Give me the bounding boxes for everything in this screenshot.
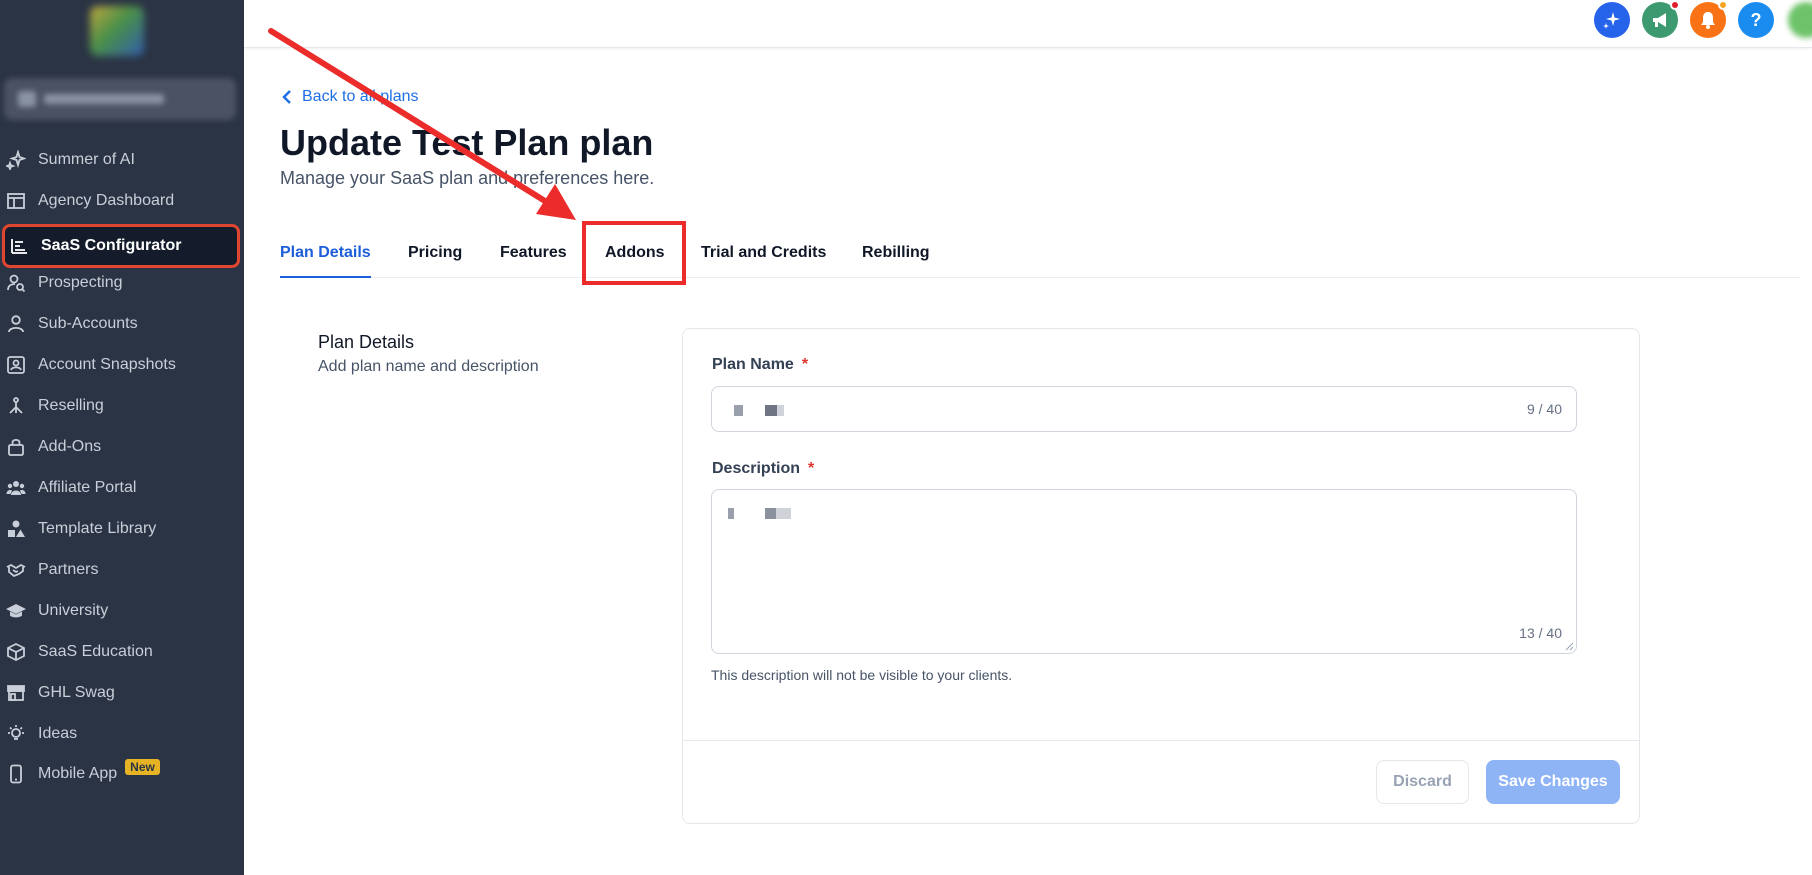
bar-list-icon <box>9 236 29 256</box>
sidebar-item-label: Account Snapshots <box>38 356 176 373</box>
agency-logo[interactable] <box>90 6 144 56</box>
redacted-value <box>777 405 784 416</box>
sidebar-item-ghl-swag[interactable]: GHL Swag <box>0 673 244 713</box>
user-search-icon <box>6 273 26 293</box>
sidebar-item-label: Ideas <box>38 725 78 742</box>
sidebar-item-ideas[interactable]: Ideas <box>0 714 244 754</box>
required-mark: * <box>808 460 815 477</box>
unread-dot <box>1670 0 1680 10</box>
sidebar-item-template-library[interactable]: Template Library <box>0 509 244 549</box>
branch-icon <box>6 396 26 416</box>
sidebar-item-prospecting[interactable]: Prospecting <box>0 263 244 303</box>
description-textarea[interactable]: 13 / 40 <box>711 489 1577 654</box>
sidebar-item-label: Summer of AI <box>38 151 135 168</box>
sidebar-item-reselling[interactable]: Reselling <box>0 386 244 426</box>
plan-name-input[interactable]: 9 / 40 <box>711 386 1577 432</box>
sidebar-item-label: Mobile App <box>38 765 118 782</box>
graduation-cap-icon <box>6 601 26 621</box>
required-mark: * <box>801 356 809 373</box>
sidebar: Summer of AI Agency Dashboard SaaS Confi… <box>0 0 244 875</box>
sidebar-item-sub-accounts[interactable]: Sub-Accounts <box>0 304 244 344</box>
sidebar-item-add-ons[interactable]: Add-Ons <box>0 427 244 467</box>
user-icon <box>6 314 26 334</box>
redacted-value <box>765 508 776 519</box>
page-subtitle: Manage your SaaS plan and preferences he… <box>280 168 655 188</box>
sidebar-item-mobile-app[interactable]: Mobile App New <box>0 754 244 794</box>
sparkle-icon <box>1603 12 1620 29</box>
sidebar-item-label: SaaS Configurator <box>41 237 182 254</box>
lightbulb-icon <box>6 724 26 744</box>
tab-rebilling[interactable]: Rebilling <box>862 244 930 276</box>
save-changes-button[interactable]: Save Changes <box>1486 760 1620 804</box>
store-icon <box>6 683 26 703</box>
plan-tabs: Plan Details Pricing Features Addons Tri… <box>280 236 1800 278</box>
sidebar-item-label: Sub-Accounts <box>38 315 138 332</box>
snapshot-icon <box>6 355 26 375</box>
discard-button[interactable]: Discard <box>1376 760 1469 804</box>
sidebar-item-label: Template Library <box>38 520 157 537</box>
sidebar-item-label: Agency Dashboard <box>38 192 175 209</box>
sidebar-item-agency-dashboard[interactable]: Agency Dashboard <box>0 181 244 221</box>
card-footer-divider <box>683 740 1639 741</box>
plan-name-label: Plan Name * <box>712 356 809 373</box>
megaphone-icon <box>1653 13 1666 27</box>
dashboard-icon <box>6 191 26 211</box>
sidebar-item-partners[interactable]: Partners <box>0 550 244 590</box>
sidebar-item-affiliate-portal[interactable]: Affiliate Portal <box>0 468 244 508</box>
sidebar-item-label: Partners <box>38 561 99 578</box>
handshake-icon <box>6 560 26 580</box>
plan-details-card: Plan Name * 9 / 40 Description * 13 / 40 T… <box>682 328 1640 824</box>
redacted-value <box>734 405 743 416</box>
users-group-icon <box>6 478 26 498</box>
sidebar-item-summer-of-ai[interactable]: Summer of AI <box>0 140 244 180</box>
shapes-icon <box>6 519 26 539</box>
cube-icon <box>6 642 26 662</box>
bell-icon <box>1701 12 1715 29</box>
sidebar-item-account-snapshots[interactable]: Account Snapshots <box>0 345 244 385</box>
sidebar-item-label: University <box>38 602 109 619</box>
sidebar-item-label: Add-Ons <box>38 438 102 455</box>
resize-handle-icon[interactable] <box>1564 641 1574 651</box>
addons-highlight-box <box>582 221 686 285</box>
tab-trial-and-credits[interactable]: Trial and Credits <box>701 244 826 276</box>
sidebar-item-label: Affiliate Portal <box>38 479 137 496</box>
sidebar-item-saas-education[interactable]: SaaS Education <box>0 632 244 672</box>
chevron-left-icon <box>282 90 291 104</box>
new-badge: New <box>125 759 160 775</box>
description-label: Description * <box>712 460 815 477</box>
tab-features[interactable]: Features <box>500 244 567 276</box>
help-button[interactable]: ? <box>1738 2 1774 38</box>
section-subtitle: Add plan name and description <box>318 358 539 375</box>
phone-icon <box>6 764 26 784</box>
section-title: Plan Details <box>318 332 415 352</box>
tab-pricing[interactable]: Pricing <box>408 244 462 276</box>
sidebar-item-saas-configurator[interactable]: SaaS Configurator <box>2 224 240 268</box>
lock-bag-icon <box>6 437 26 457</box>
redacted-value <box>776 508 791 519</box>
unread-dot <box>1718 0 1728 10</box>
avatar[interactable] <box>1788 2 1812 38</box>
redacted-value <box>728 508 734 519</box>
back-to-plans-link[interactable]: Back to all plans <box>280 88 419 106</box>
page-title: Update Test Plan plan <box>280 122 654 163</box>
sidebar-item-university[interactable]: University <box>0 591 244 631</box>
question-icon: ? <box>1750 9 1762 30</box>
sidebar-item-label: SaaS Education <box>38 643 153 660</box>
plan-name-counter: 9 / 40 <box>1526 401 1562 417</box>
notifications-button[interactable] <box>1690 0 1728 38</box>
description-counter: 13 / 40 <box>1519 625 1562 641</box>
sidebar-item-label: GHL Swag <box>38 684 115 701</box>
ai-sparkle-button[interactable] <box>1594 2 1630 38</box>
tab-plan-details[interactable]: Plan Details <box>280 244 371 278</box>
redacted-value <box>765 405 777 416</box>
account-switcher[interactable] <box>4 78 236 120</box>
top-bar: ? <box>244 0 1812 48</box>
description-hint: This description will not be visible to … <box>711 667 1013 683</box>
sidebar-item-label: Prospecting <box>38 274 123 291</box>
sidebar-item-label: Reselling <box>38 397 104 414</box>
announcements-button[interactable] <box>1642 0 1680 38</box>
sparkle-icon <box>6 150 26 170</box>
back-link-label: Back to all plans <box>302 88 419 105</box>
